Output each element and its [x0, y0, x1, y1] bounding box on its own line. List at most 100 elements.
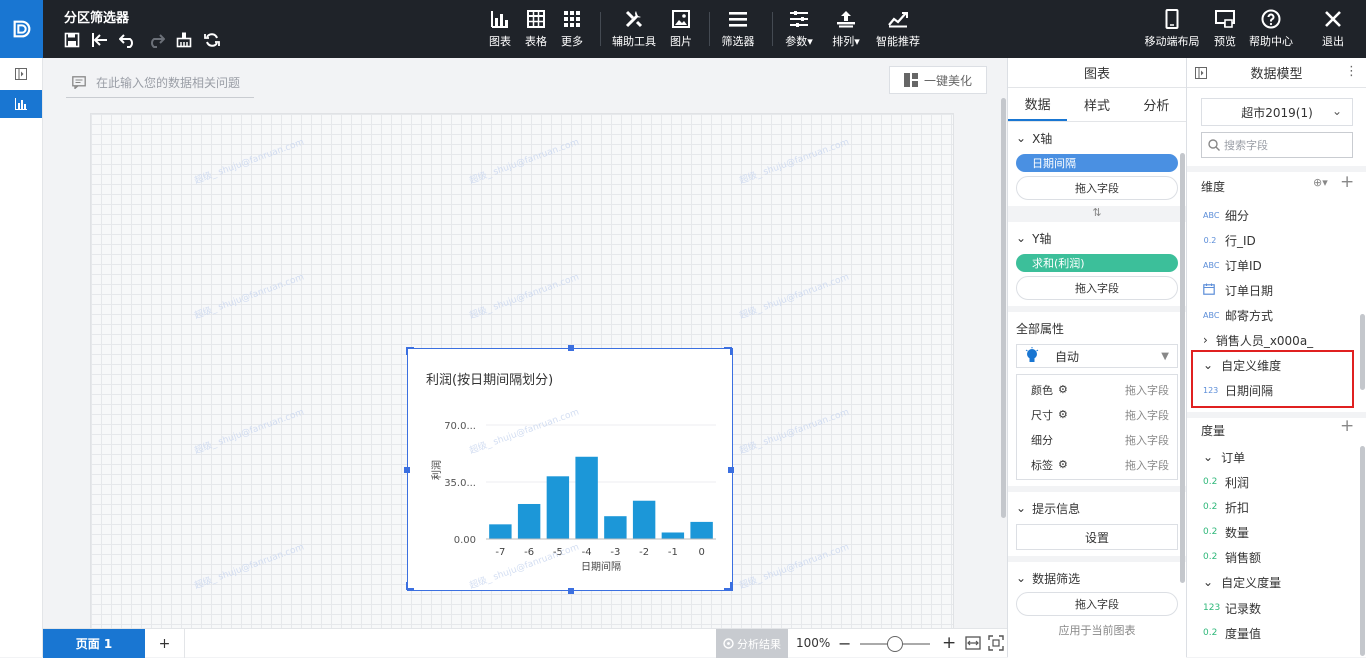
settings-icon[interactable]: ⚙ — [1058, 383, 1068, 396]
chevron-down-icon[interactable]: ⌄ — [1016, 231, 1026, 245]
dimension-field[interactable]: ABC 邮寄方式 — [1203, 305, 1273, 325]
more-vertical-icon[interactable]: ⋮ — [1345, 64, 1358, 79]
toolbar-aux-tools-button[interactable]: 辅助工具 — [612, 8, 656, 49]
refresh-icon[interactable] — [202, 30, 222, 50]
collapse-panel-icon[interactable] — [1195, 67, 1207, 83]
zoom-out-button[interactable]: − — [838, 634, 851, 653]
chevron-down-icon: ⌄ — [1331, 104, 1342, 118]
toolbar-arrange-button[interactable]: 排列▾ — [824, 8, 868, 49]
data-filter-drop-zone[interactable]: 拖入字段 — [1016, 592, 1178, 616]
toolbar-mobile-layout-button[interactable]: 移动端布局 — [1145, 8, 1200, 49]
fit-screen-icon[interactable] — [988, 635, 1004, 651]
prop-detail-row[interactable]: 细分 拖入字段 — [1017, 427, 1177, 452]
field-search-input[interactable]: 搜索字段 — [1201, 132, 1353, 158]
left-nav — [0, 58, 43, 657]
exit-edit-icon[interactable] — [90, 30, 110, 50]
field-label: 度量值 — [1225, 626, 1262, 641]
toolbar-more-button[interactable]: 更多 — [550, 8, 594, 49]
resize-handle[interactable] — [568, 588, 574, 594]
measure-field[interactable]: 0.2 数量 — [1203, 522, 1249, 542]
sales-group[interactable]: › 销售人员_x000a_ — [1203, 330, 1313, 350]
chevron-down-icon[interactable]: ⌄ — [1016, 571, 1026, 585]
resize-handle[interactable] — [728, 467, 734, 473]
resize-handle[interactable] — [404, 467, 410, 473]
comment-icon — [72, 76, 86, 89]
tab-analysis[interactable]: 分析 — [1127, 88, 1186, 121]
config-panel-scrollbar[interactable] — [1180, 153, 1185, 583]
toolbar-params-button[interactable]: 参数▾ — [777, 8, 821, 49]
logo-icon — [13, 20, 30, 38]
dataset-select[interactable]: 超市2019(1) ⌄ — [1201, 98, 1353, 126]
config-tabs: 数据 样式 分析 — [1008, 88, 1186, 122]
chevron-down-icon[interactable]: ⌄ — [1016, 501, 1026, 515]
save-icon[interactable] — [62, 30, 82, 50]
x-axis-field-pill[interactable]: 日期间隔 — [1016, 154, 1178, 172]
chevron-down-icon[interactable]: ⌄ — [1016, 131, 1026, 145]
collapse-panel-icon[interactable] — [0, 58, 42, 90]
fit-width-icon[interactable] — [965, 635, 981, 651]
canvas-scrollbar[interactable] — [1001, 98, 1006, 518]
measure-field[interactable]: 0.2 销售额 — [1203, 547, 1261, 567]
globe-dropdown-icon[interactable]: ⊕▾ — [1313, 176, 1328, 189]
resize-corner[interactable] — [724, 347, 732, 355]
beautify-button[interactable]: 一键美化 — [889, 66, 987, 94]
toolbar-separator — [772, 12, 773, 46]
prop-label-row[interactable]: 标签 ⚙ 拖入字段 — [1017, 452, 1177, 477]
tab-style[interactable]: 样式 — [1067, 88, 1126, 121]
toolbar-exit-button[interactable]: 退出 — [1311, 8, 1355, 49]
toolbar-separator — [709, 12, 710, 46]
y-axis-drop-zone[interactable]: 拖入字段 — [1016, 276, 1178, 300]
x-axis-drop-zone[interactable]: 拖入字段 — [1016, 176, 1178, 200]
dimension-field[interactable]: ABC 细分 — [1203, 205, 1249, 225]
chart-type-select[interactable]: 自动 ▼ — [1016, 344, 1178, 368]
tooltip-settings-button[interactable]: 设置 — [1016, 524, 1178, 550]
tab-data[interactable]: 数据 — [1008, 88, 1068, 121]
ask-question-input[interactable]: 在此输入您的数据相关问题 — [66, 68, 254, 98]
prop-size-row[interactable]: 尺寸 ⚙ 拖入字段 — [1017, 402, 1177, 427]
toolbar-image-button[interactable]: 图片 — [659, 8, 703, 49]
dimension-scrollbar[interactable] — [1360, 314, 1365, 390]
undo-icon[interactable] — [118, 30, 138, 50]
custom-measure-field[interactable]: 0.2 度量值 — [1203, 623, 1261, 643]
zoom-slider-handle[interactable] — [887, 636, 903, 652]
resize-corner[interactable] — [406, 347, 414, 355]
dimension-field[interactable]: 0.2 行_ID — [1203, 230, 1256, 250]
field-type-icon: 0.2 — [1203, 477, 1218, 487]
toolbar-preview-button[interactable]: 预览 — [1203, 8, 1247, 49]
image-icon — [672, 8, 690, 30]
app-logo[interactable] — [0, 0, 43, 58]
custom-measure-field[interactable]: 123 记录数 — [1203, 598, 1261, 618]
toolbar-help-button[interactable]: 帮助中心 — [1249, 8, 1293, 49]
add-measure-icon[interactable]: + — [1340, 416, 1354, 436]
bar — [632, 500, 656, 539]
dimension-field[interactable]: ABC 订单ID — [1203, 255, 1262, 275]
resize-corner[interactable] — [406, 582, 414, 590]
bar — [489, 524, 512, 539]
analysis-result-button[interactable]: 分析结果 — [716, 629, 788, 658]
field-label: 订单ID — [1225, 258, 1262, 273]
chart-page-nav-icon[interactable] — [0, 90, 42, 118]
field-type-icon: ABC — [1203, 260, 1220, 270]
settings-icon[interactable]: ⚙ — [1058, 408, 1068, 421]
y-axis-field-pill[interactable]: 求和(利润) — [1016, 254, 1178, 272]
field-type-icon: 0.2 — [1203, 502, 1218, 512]
resize-handle[interactable] — [568, 345, 574, 351]
resize-corner[interactable] — [724, 582, 732, 590]
toolbar-smart-rec-button[interactable]: 智能推荐 — [876, 8, 920, 49]
page-tab-1[interactable]: 页面 1 — [43, 629, 145, 658]
dimension-field[interactable]: 订单日期 — [1203, 280, 1273, 300]
prop-color-row[interactable]: 颜色 ⚙ 拖入字段 — [1017, 377, 1177, 402]
redo-icon[interactable] — [146, 30, 166, 50]
order-group[interactable]: ⌄ 订单 — [1203, 447, 1245, 467]
custom-measure-group[interactable]: ⌄ 自定义度量 — [1203, 572, 1281, 592]
measure-field[interactable]: 0.2 折扣 — [1203, 497, 1249, 517]
zoom-in-button[interactable]: + — [942, 633, 956, 653]
add-page-button[interactable]: + — [145, 629, 185, 658]
add-dimension-icon[interactable]: + — [1340, 172, 1354, 192]
format-brush-icon[interactable] — [174, 30, 194, 50]
measure-field[interactable]: 0.2 利润 — [1203, 472, 1249, 492]
measure-scrollbar[interactable] — [1360, 446, 1365, 656]
toolbar-filter-button[interactable]: 筛选器 — [716, 8, 760, 49]
settings-icon[interactable]: ⚙ — [1058, 458, 1068, 471]
swap-axes-icon[interactable]: ⇅ — [1008, 206, 1186, 222]
